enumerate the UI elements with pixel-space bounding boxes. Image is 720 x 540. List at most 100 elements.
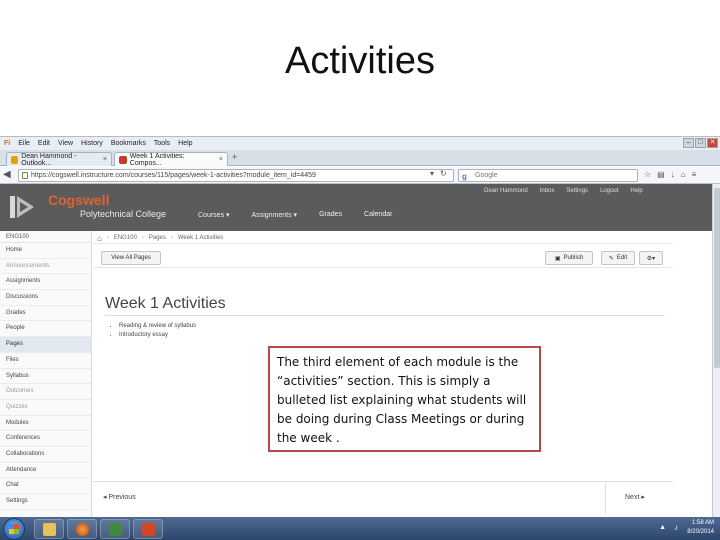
- menu-edit[interactable]: Edit: [38, 140, 50, 147]
- breadcrumb-pages[interactable]: Pages: [149, 235, 166, 241]
- scrollbar-thumb[interactable]: [714, 188, 720, 368]
- sidebar-item-syllabus[interactable]: Syllabus: [0, 369, 91, 385]
- maximize-button[interactable]: □: [695, 138, 706, 148]
- help-link[interactable]: Help: [630, 188, 642, 194]
- star-icon[interactable]: ☆: [644, 170, 651, 179]
- edit-button[interactable]: ✎ Edit: [601, 251, 635, 265]
- address-bar[interactable]: https://cogswell.instructure.com/courses…: [18, 169, 454, 182]
- navigation-bar: ◀ https://cogswell.instructure.com/cours…: [0, 167, 720, 184]
- sidebar-item-announcements[interactable]: Announcements: [0, 259, 91, 275]
- settings-gear-button[interactable]: ⚙▾: [639, 251, 663, 265]
- user-name-link[interactable]: Dean Hammond: [484, 188, 528, 194]
- taskbar-explorer[interactable]: [34, 519, 64, 539]
- sidebar-item-assignments[interactable]: Assignments: [0, 274, 91, 291]
- divider: [93, 243, 673, 244]
- view-all-pages-button[interactable]: View All Pages: [101, 251, 161, 265]
- back-arrow-icon[interactable]: ◀: [3, 169, 11, 180]
- menu-history[interactable]: History: [81, 140, 103, 147]
- sidebar-item-attendance[interactable]: Attendance: [0, 463, 91, 479]
- search-box[interactable]: g Google: [458, 169, 638, 182]
- show-hidden-icons[interactable]: ▲: [659, 524, 666, 531]
- dropdown-icon[interactable]: ▾: [430, 169, 434, 178]
- logout-link[interactable]: Logout: [600, 188, 618, 194]
- inbox-link[interactable]: Inbox: [540, 188, 555, 194]
- close-tab-icon[interactable]: ×: [219, 156, 223, 163]
- sidebar-item-discussions[interactable]: Discussions: [0, 290, 91, 306]
- course-sidebar: ENG100 Home Announcements Assignments Discu…: [0, 231, 92, 517]
- brand-name: Cogswell: [48, 192, 110, 208]
- sidebar-item-home[interactable]: Home: [0, 243, 91, 259]
- breadcrumb-current: Week 1 Activities: [177, 235, 224, 241]
- menu-help[interactable]: Help: [178, 140, 192, 147]
- next-button[interactable]: Next ▸: [625, 493, 645, 501]
- nav-calendar[interactable]: Calendar: [364, 211, 392, 219]
- system-clock[interactable]: 1:58 AM 8/20/2014: [687, 519, 714, 537]
- divider: [93, 267, 673, 268]
- firefox-icon: Fi: [4, 140, 11, 147]
- search-placeholder: Google: [475, 172, 498, 179]
- close-button[interactable]: ✕: [707, 138, 718, 148]
- divider: [93, 481, 673, 482]
- sidebar-item-conferences[interactable]: Conferences: [0, 431, 91, 447]
- outlook-icon: [11, 155, 19, 164]
- divider: [605, 482, 606, 514]
- minimize-button[interactable]: –: [683, 138, 694, 148]
- browser-screenshot: Fi Eile Edit View History Bookmarks Tool…: [0, 136, 720, 540]
- menu-bookmarks[interactable]: Bookmarks: [111, 140, 146, 147]
- course-code: ENG100: [0, 231, 91, 243]
- sidebar-item-quizzes[interactable]: Quizzes: [0, 400, 91, 416]
- menu-view[interactable]: View: [58, 140, 73, 147]
- sidebar-item-people[interactable]: People: [0, 321, 91, 338]
- media-player-icon: [109, 523, 122, 536]
- windows-logo-icon: [9, 524, 19, 534]
- list-item: Reading & review of syllabus: [119, 323, 196, 332]
- nav-assignments[interactable]: Assignments ▾: [252, 211, 298, 219]
- home-icon[interactable]: ⌂: [681, 170, 686, 179]
- clock-date: 8/20/2014: [687, 529, 714, 535]
- settings-link[interactable]: Settings: [566, 188, 588, 194]
- publish-button[interactable]: ▣ Publish: [545, 251, 593, 265]
- close-tab-icon[interactable]: ×: [103, 156, 107, 163]
- home-icon[interactable]: ⌂: [97, 234, 102, 243]
- vertical-scrollbar[interactable]: [712, 184, 720, 517]
- sidebar-item-settings[interactable]: Settings: [0, 494, 91, 510]
- breadcrumb-course[interactable]: ENG100: [114, 235, 137, 241]
- taskbar-media-player[interactable]: [100, 519, 130, 539]
- download-icon[interactable]: ↓: [671, 170, 675, 179]
- sidebar-item-collaborations[interactable]: Collaborations: [0, 447, 91, 463]
- canvas-header: Cogswell Polytechnical College Courses ▾…: [0, 184, 712, 231]
- reload-icon[interactable]: ↻: [440, 169, 447, 178]
- sidebar-list: Home Announcements Assignments Discussions G…: [0, 243, 91, 510]
- powerpoint-icon: [142, 523, 155, 536]
- publish-label: Publish: [563, 255, 584, 261]
- sidebar-item-outcomes[interactable]: Outcomes: [0, 384, 91, 400]
- nav-grades[interactable]: Grades: [319, 211, 342, 219]
- global-nav: Courses ▾ Assignments ▾ Grades Calendar: [198, 211, 392, 219]
- tab-week1-activities[interactable]: Week 1 Activities: Compos... ×: [114, 152, 228, 167]
- taskbar-powerpoint[interactable]: [133, 519, 163, 539]
- cogswell-logo-icon: [10, 196, 34, 218]
- menu-file[interactable]: Eile: [18, 140, 30, 147]
- sidebar-item-modules[interactable]: Modules: [0, 416, 91, 432]
- sidebar-item-chat[interactable]: Chat: [0, 478, 91, 494]
- firefox-icon: [76, 523, 89, 536]
- start-button[interactable]: [3, 518, 25, 540]
- breadcrumb: ⌂ › ENG100 › Pages › Week 1 Activities: [97, 233, 224, 243]
- taskbar-firefox[interactable]: [67, 519, 97, 539]
- sidebar-item-pages[interactable]: Pages: [0, 337, 91, 353]
- new-tab-button[interactable]: +: [232, 152, 237, 162]
- sidebar-item-files[interactable]: Files: [0, 353, 91, 369]
- previous-button[interactable]: ◂ Previous: [103, 493, 136, 501]
- page-title: Week 1 Activities: [105, 295, 226, 312]
- list-item: Introductory essay: [119, 332, 196, 341]
- canvas-icon: [119, 155, 127, 164]
- bookmark-icon[interactable]: ▤: [657, 170, 665, 179]
- volume-icon[interactable]: ♪: [674, 523, 678, 532]
- sidebar-item-grades[interactable]: Grades: [0, 306, 91, 322]
- slide-title: Activities: [285, 40, 435, 82]
- nav-courses[interactable]: Courses ▾: [198, 211, 230, 219]
- menu-tools[interactable]: Tools: [154, 140, 170, 147]
- tab-outlook[interactable]: Dean Hammond - Outlook... ×: [6, 152, 112, 167]
- menu-icon[interactable]: ≡: [692, 170, 697, 179]
- view-all-pages-label: View All Pages: [111, 255, 151, 261]
